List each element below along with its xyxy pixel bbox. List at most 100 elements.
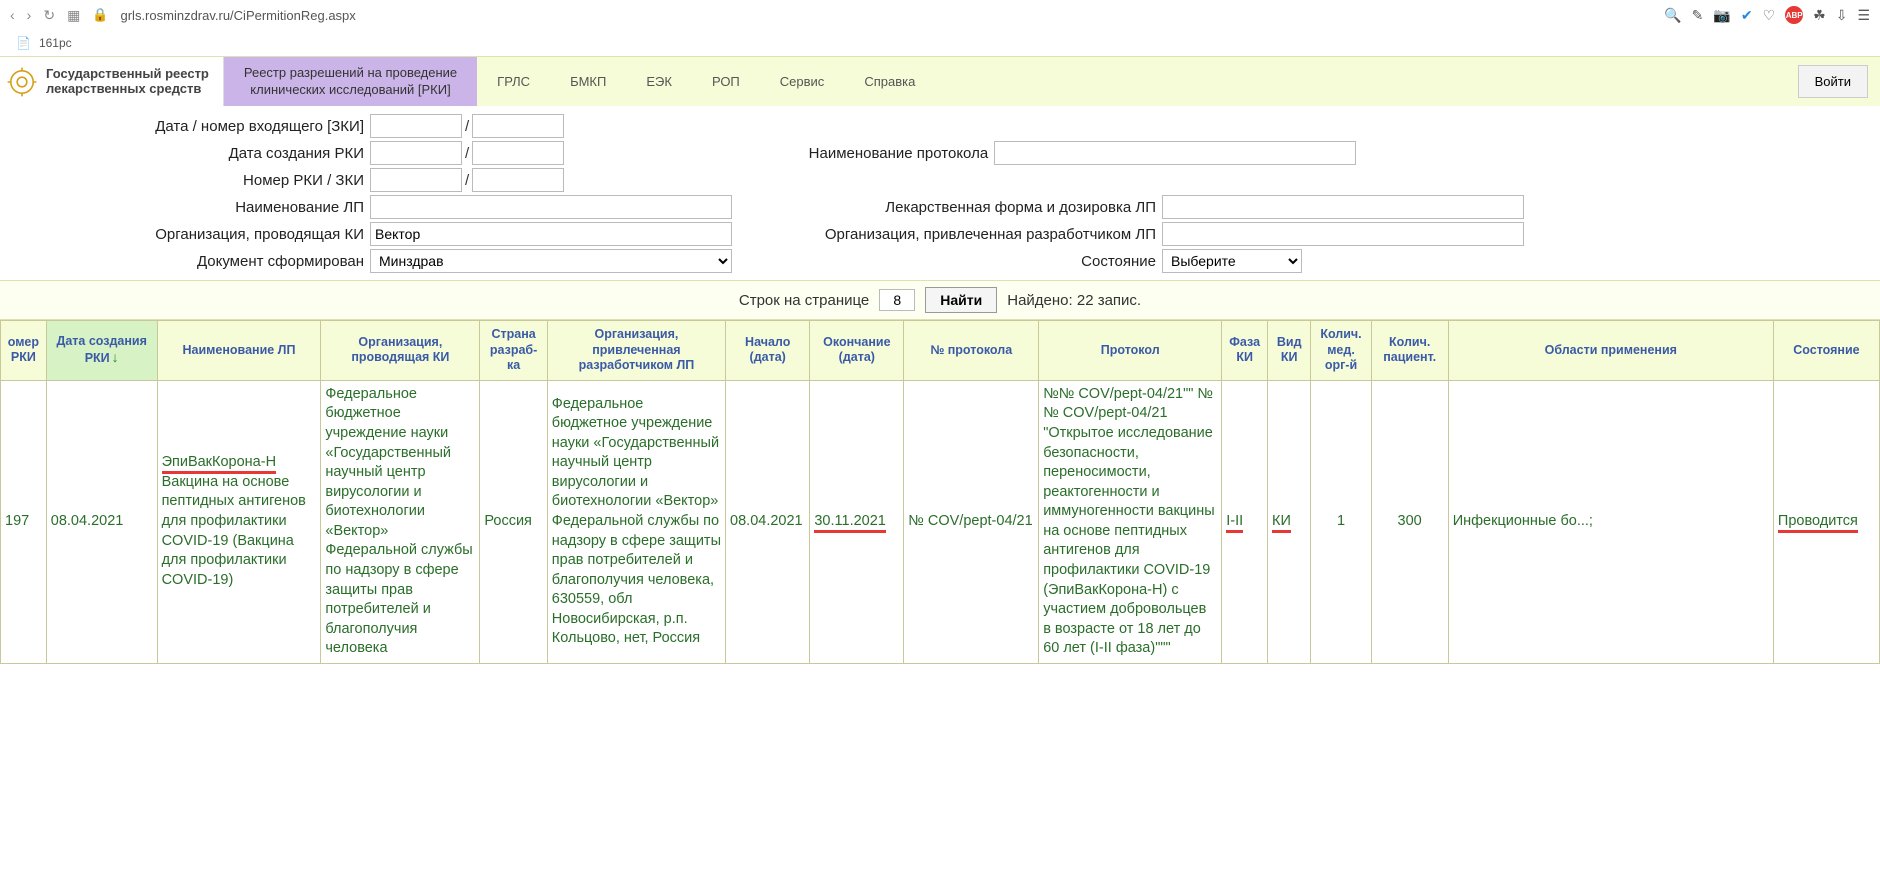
main-nav: Государственный реестр лекарственных сре… <box>0 56 1880 106</box>
input-date-created-from[interactable] <box>370 141 462 165</box>
label-number: Номер РКИ / ЗКИ <box>10 172 370 189</box>
logo-icon <box>6 66 38 98</box>
input-date-incoming-to[interactable] <box>472 114 564 138</box>
input-protocol-name[interactable] <box>994 141 1356 165</box>
cell-number: 197 <box>1 380 47 663</box>
sort-desc-icon: ↓ <box>112 349 119 365</box>
abp-icon[interactable]: ABP <box>1785 6 1803 24</box>
heart-icon[interactable]: ♡ <box>1763 7 1776 24</box>
cell-protocol: №№ COV/pept-04/21"" № № COV/pept-04/21 "… <box>1039 380 1222 663</box>
tab-bmkp[interactable]: БМКП <box>550 57 626 106</box>
cell-start: 08.04.2021 <box>726 380 810 663</box>
input-number-zki[interactable] <box>472 168 564 192</box>
tab-rki-registry[interactable]: Реестр разрешений на проведение клиничес… <box>224 57 477 106</box>
browser-right-icons: 🔍 ✎ 📷 ✔ ♡ ABP ☘ ⇩ ☰ <box>1664 6 1870 24</box>
select-doc-formed[interactable]: Минздрав <box>370 249 732 273</box>
col-lp-name: Наименование ЛП <box>157 321 321 381</box>
cell-state: Проводится <box>1773 380 1879 663</box>
cell-country: Россия <box>480 380 547 663</box>
tab-grls[interactable]: ГРЛС <box>477 57 550 106</box>
verified-icon[interactable]: ✔ <box>1741 7 1753 24</box>
tab-eek[interactable]: ЕЭК <box>626 57 692 106</box>
cell-org-conducting: Федеральное бюджетное учреждение науки «… <box>321 380 480 663</box>
camera-icon[interactable]: 📷 <box>1713 7 1730 24</box>
apps-icon[interactable]: ▦ <box>67 7 80 24</box>
cell-org-dev: Федеральное бюджетное учреждение науки «… <box>547 380 725 663</box>
document-icon: 📄 <box>16 36 31 50</box>
state-highlight: Проводится <box>1778 513 1858 533</box>
phase-highlight: I-II <box>1226 513 1243 533</box>
input-lp-name[interactable] <box>370 195 732 219</box>
col-state: Состояние <box>1773 321 1879 381</box>
forward-icon[interactable]: › <box>27 7 32 23</box>
menu-icon[interactable]: ☰ <box>1857 7 1870 24</box>
col-org-conducting: Организация, проводящая КИ <box>321 321 480 381</box>
tab-help[interactable]: Справка <box>844 57 935 106</box>
cell-areas: Инфекционные бо...; <box>1448 380 1773 663</box>
input-dosage-form[interactable] <box>1162 195 1524 219</box>
table-row[interactable]: 197 08.04.2021 ЭпиВакКорона-Н Вакцина на… <box>1 380 1880 663</box>
col-org-count: Колич. мед. орг-й <box>1311 321 1371 381</box>
cell-type: КИ <box>1268 380 1311 663</box>
login-button[interactable]: Войти <box>1798 65 1868 98</box>
label-state: Состояние <box>782 253 1162 270</box>
label-dosage-form: Лекарственная форма и дозировка ЛП <box>782 199 1162 216</box>
input-date-incoming-from[interactable] <box>370 114 462 138</box>
address-bar[interactable]: grls.rosminzdrav.ru/CiPermitionReg.aspx <box>121 8 356 23</box>
col-org-dev: Организация, привлеченная разработчиком … <box>547 321 725 381</box>
edit-icon[interactable]: ✎ <box>1692 7 1704 24</box>
rows-per-page-label: Строк на странице <box>739 292 869 309</box>
col-areas: Области применения <box>1448 321 1773 381</box>
pager-row: Строк на странице Найти Найдено: 22 запи… <box>0 280 1880 320</box>
reload-icon[interactable]: ↻ <box>43 7 55 24</box>
label-date-incoming: Дата / номер входящего [ЗКИ] <box>10 118 370 135</box>
label-doc-formed: Документ сформирован <box>10 253 370 270</box>
cell-patient-count: 300 <box>1371 380 1448 663</box>
input-org-dev[interactable] <box>1162 222 1524 246</box>
label-date-created: Дата создания РКИ <box>10 145 370 162</box>
col-protocol-no: № протокола <box>904 321 1039 381</box>
browser-tab-bar: 📄 161pc <box>0 30 1880 56</box>
search-icon[interactable]: 🔍 <box>1664 7 1681 24</box>
label-lp-name: Наименование ЛП <box>10 199 370 216</box>
col-end: Окончание (дата) <box>810 321 904 381</box>
end-date-highlight: 30.11.2021 <box>814 513 886 533</box>
col-protocol: Протокол <box>1039 321 1222 381</box>
select-state[interactable]: Выберите <box>1162 249 1302 273</box>
download-icon[interactable]: ⇩ <box>1836 7 1848 24</box>
label-protocol-name: Наименование протокола <box>614 145 994 162</box>
tab-rop[interactable]: РОП <box>692 57 760 106</box>
lp-name-highlight: ЭпиВакКорона-Н <box>162 454 276 474</box>
results-count: Найдено: 22 запис. <box>1007 292 1141 309</box>
cell-protocol-no: № COV/pept-04/21 <box>904 380 1039 663</box>
col-type: Вид КИ <box>1268 321 1311 381</box>
input-number-rki[interactable] <box>370 168 462 192</box>
input-date-created-to[interactable] <box>472 141 564 165</box>
rows-per-page-input[interactable] <box>879 289 915 311</box>
logo-text: Государственный реестр лекарственных сре… <box>46 67 209 97</box>
input-org-conducting[interactable] <box>370 222 732 246</box>
table-header-row: омер РКИ Дата создания РКИ↓ Наименование… <box>1 321 1880 381</box>
back-icon[interactable]: ‹ <box>10 7 15 23</box>
results-table: омер РКИ Дата создания РКИ↓ Наименование… <box>0 320 1880 664</box>
cell-date-created: 08.04.2021 <box>46 380 157 663</box>
label-org-conducting: Организация, проводящая КИ <box>10 226 370 243</box>
cell-org-count: 1 <box>1311 380 1371 663</box>
tab-service[interactable]: Сервис <box>760 57 845 106</box>
cube-icon[interactable]: ☘ <box>1813 7 1826 24</box>
col-phase: Фаза КИ <box>1222 321 1268 381</box>
cell-end: 30.11.2021 <box>810 380 904 663</box>
find-button[interactable]: Найти <box>925 287 997 313</box>
cell-phase: I-II <box>1222 380 1268 663</box>
cell-lp-name: ЭпиВакКорона-Н Вакцина на основе пептидн… <box>157 380 321 663</box>
type-highlight: КИ <box>1272 513 1291 533</box>
filter-form: Дата / номер входящего [ЗКИ] / Дата созд… <box>0 106 1880 280</box>
logo-cell[interactable]: Государственный реестр лекарственных сре… <box>0 57 224 106</box>
browser-toolbar: ‹ › ↻ ▦ 🔒 grls.rosminzdrav.ru/CiPermitio… <box>0 0 1880 30</box>
col-patient-count: Колич. пациент. <box>1371 321 1448 381</box>
col-number: омер РКИ <box>1 321 47 381</box>
col-start: Начало (дата) <box>726 321 810 381</box>
tab-title[interactable]: 161pc <box>39 36 72 50</box>
col-date-created: Дата создания РКИ↓ <box>46 321 157 381</box>
col-country: Страна разраб-ка <box>480 321 547 381</box>
